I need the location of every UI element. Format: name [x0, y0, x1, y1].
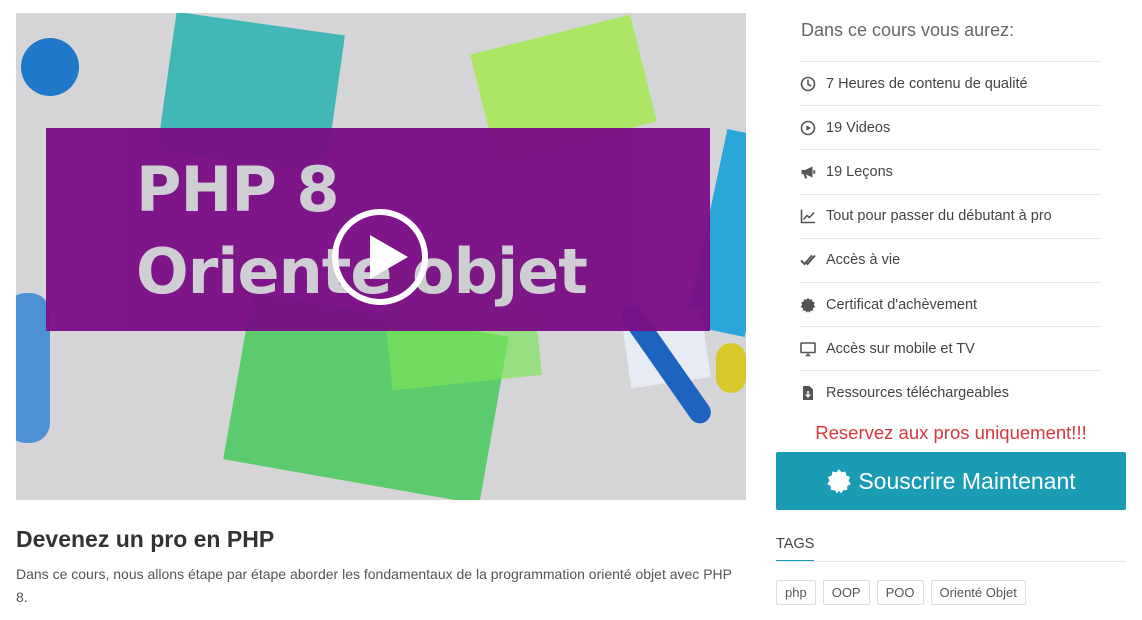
play-circle-icon: [800, 120, 816, 136]
course-description: Dans ce cours, nous allons étape par éta…: [16, 566, 732, 605]
feature-label: 7 Heures de contenu de qualité: [826, 75, 1028, 92]
course-video[interactable]: PHP 8 Oriente objet: [16, 13, 746, 500]
desktop-icon: [800, 341, 816, 357]
course-title: Devenez un pro en PHP: [16, 526, 275, 552]
tag-php[interactable]: php: [776, 580, 816, 605]
features-list: 7 Heures de contenu de qualité 19 Videos…: [800, 61, 1101, 415]
certificate-icon: [800, 297, 816, 313]
feature-label: 19 Videos: [826, 119, 891, 136]
clock-icon: [800, 76, 816, 92]
feature-label: Tout pour passer du débutant à pro: [826, 208, 1052, 225]
feature-label: Accès à vie: [826, 252, 901, 269]
decor-yellow-object: [716, 343, 746, 393]
feature-item-videos: 19 Videos: [800, 105, 1101, 149]
file-download-icon: [800, 385, 816, 401]
decor-blue-ball: [21, 38, 79, 96]
decor-blue-object: [16, 293, 50, 443]
feature-item-lifetime: Accès à vie: [800, 237, 1101, 282]
feature-item-certificate: Certificat d'achèvement: [800, 281, 1101, 326]
banner-title-line1: PHP 8: [136, 153, 339, 226]
play-button[interactable]: [332, 209, 428, 305]
tags-list: php OOP POO Orienté Objet: [776, 580, 1136, 605]
tags-title: TAGS: [776, 536, 815, 562]
feature-label: Accès sur mobile et TV: [826, 340, 975, 357]
feature-label: 19 Leçons: [826, 163, 893, 180]
megaphone-icon: [800, 164, 816, 180]
feature-item-resources: Ressources téléchargeables: [800, 370, 1101, 414]
features-heading: Dans ce cours vous aurez:: [801, 20, 1015, 40]
feature-label: Certificat d'achèvement: [826, 296, 978, 313]
feature-label: Ressources téléchargeables: [826, 384, 1009, 401]
chart-line-icon: [800, 208, 816, 224]
tag-poo[interactable]: POO: [876, 580, 924, 605]
tags-divider: [776, 561, 1126, 562]
feature-item-lessons: 19 Leçons: [800, 149, 1101, 193]
tag-oriente-objet[interactable]: Orienté Objet: [930, 580, 1026, 605]
tag-oop[interactable]: OOP: [822, 580, 870, 605]
play-icon: [370, 235, 408, 279]
promo-text: Reservez aux pros uniquement!!!: [815, 422, 1087, 443]
feature-item-progress: Tout pour passer du débutant à pro: [800, 193, 1101, 238]
subscribe-button[interactable]: Souscrire Maintenant: [776, 452, 1126, 510]
feature-item-hours: 7 Heures de contenu de qualité: [800, 61, 1101, 105]
subscribe-label: Souscrire Maintenant: [858, 467, 1076, 494]
feature-item-devices: Accès sur mobile et TV: [800, 326, 1101, 370]
certificate-icon: [826, 468, 852, 494]
double-check-icon: [800, 252, 816, 268]
